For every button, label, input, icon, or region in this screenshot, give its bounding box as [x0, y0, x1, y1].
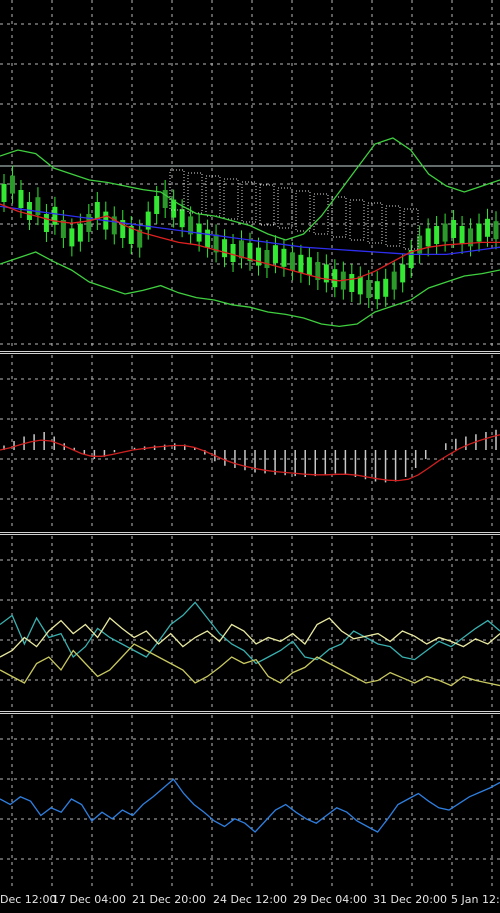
candle-body — [222, 239, 228, 258]
x-tick-label: 5 Jan 12: — [451, 893, 500, 906]
candle-body — [281, 248, 287, 267]
candle-body — [1, 184, 7, 202]
candle-body — [289, 252, 295, 271]
candle-body — [349, 274, 355, 292]
candle-body — [493, 221, 499, 240]
x-tick-label: Dec 12:00 — [0, 893, 57, 906]
candle-body — [485, 218, 491, 237]
ichimoku-cloud-segment — [331, 196, 347, 238]
dmi-chart — [0, 536, 500, 710]
dmi-panel — [0, 536, 500, 710]
x-tick-label: 29 Dec 04:00 — [293, 893, 367, 906]
candle-body — [434, 226, 440, 244]
macd-chart — [0, 355, 500, 530]
ichimoku-cloud-segment — [313, 193, 329, 235]
candle-body — [366, 280, 372, 298]
candle-body — [332, 269, 338, 288]
x-tick-label: 21 Dec 20:00 — [132, 893, 206, 906]
oscillator-panel — [0, 715, 500, 890]
candle-body — [205, 229, 211, 248]
candle-body — [417, 235, 423, 254]
candle-body — [239, 240, 245, 259]
candle-body — [357, 276, 363, 295]
ichimoku-cloud-segment — [241, 181, 257, 223]
candle-body — [86, 214, 92, 232]
ichimoku-cloud-segment — [223, 178, 239, 220]
candle-body — [451, 220, 457, 238]
macd-panel — [0, 355, 500, 530]
panel-separator — [0, 711, 500, 714]
candle-body — [43, 214, 49, 232]
candle-body — [400, 264, 406, 283]
panel-separator — [0, 532, 500, 535]
candle-body — [391, 271, 397, 290]
x-tick-label: 24 Dec 12:00 — [213, 893, 287, 906]
candle-body — [162, 190, 168, 208]
chart-root: Dec 12:00 17 Dec 04:00 21 Dec 20:00 24 D… — [0, 0, 500, 913]
candle-body — [298, 254, 304, 273]
ichimoku-cloud-segment — [295, 190, 311, 232]
ichimoku-cloud-segment — [277, 187, 293, 229]
candle-body — [94, 202, 100, 220]
candle-body — [264, 250, 270, 268]
ichimoku-cloud-segment — [187, 172, 203, 214]
ichimoku-cloud-segment — [205, 175, 221, 217]
candle-body — [154, 196, 160, 214]
candle-body — [476, 223, 482, 242]
x-tick-label: 17 Dec 04:00 — [52, 893, 126, 906]
candle-body — [459, 226, 465, 244]
candle-body — [374, 281, 380, 300]
price-panel — [0, 0, 500, 350]
candle-body — [77, 223, 83, 242]
candle-body — [179, 209, 185, 228]
candle-body — [272, 245, 278, 264]
price-chart — [0, 0, 500, 350]
candle-body — [35, 197, 41, 216]
oscillator-line — [0, 778, 500, 833]
ichimoku-cloud-segment — [259, 184, 275, 226]
candle-body — [383, 278, 389, 297]
x-tick-label: 31 Dec 20:00 — [373, 893, 447, 906]
candle-body — [9, 175, 15, 194]
candle-body — [306, 257, 312, 276]
candle-body — [255, 247, 261, 266]
candle-body — [69, 228, 75, 247]
candle-body — [230, 244, 236, 262]
candle-body — [442, 223, 448, 242]
ichimoku-cloud-segment — [367, 202, 383, 244]
candle-body — [18, 190, 24, 208]
candle-body — [425, 228, 431, 247]
dmi-series-line — [0, 643, 500, 687]
panel-separator — [0, 351, 500, 354]
price-series-line — [0, 137, 500, 241]
oscillator-chart — [0, 715, 500, 890]
ichimoku-cloud-segment — [385, 205, 401, 247]
ichimoku-cloud-segment — [349, 199, 365, 241]
candle-body — [52, 206, 58, 225]
